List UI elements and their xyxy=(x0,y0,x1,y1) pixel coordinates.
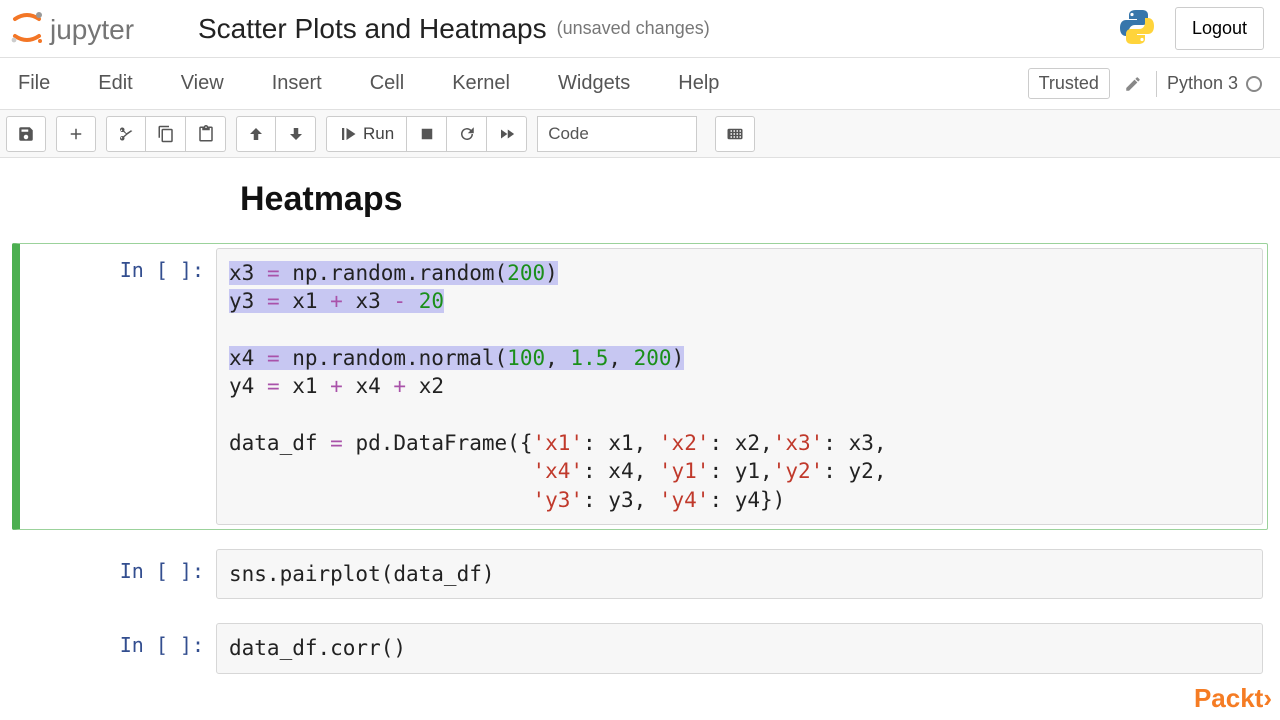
jupyter-logo[interactable]: jupyter xyxy=(8,9,178,49)
kernel-indicator-icon[interactable] xyxy=(1246,76,1262,92)
notebook-title[interactable]: Scatter Plots and Heatmaps xyxy=(198,13,547,45)
pencil-icon[interactable] xyxy=(1124,75,1142,93)
menu-insert[interactable]: Insert xyxy=(272,72,322,95)
input-prompt: In [ ]: xyxy=(20,623,216,673)
save-icon xyxy=(17,125,35,143)
cell-type-value: Code xyxy=(548,124,589,144)
markdown-heading[interactable]: Heatmaps xyxy=(240,180,1268,219)
move-up-button[interactable] xyxy=(236,116,276,152)
header: jupyter Scatter Plots and Heatmaps (unsa… xyxy=(0,0,1280,58)
paste-icon xyxy=(197,125,215,143)
code-cell-3[interactable]: In [ ]: data_df.corr() xyxy=(12,618,1268,678)
divider xyxy=(1156,71,1157,97)
menu-view[interactable]: View xyxy=(181,72,224,95)
python-logo-icon xyxy=(1117,7,1157,50)
save-status: (unsaved changes) xyxy=(557,18,710,39)
trusted-badge[interactable]: Trusted xyxy=(1028,68,1110,99)
plus-icon xyxy=(67,125,85,143)
code-cell-1[interactable]: In [ ]: x3 = np.random.random(200) y3 = … xyxy=(12,243,1268,530)
keyboard-icon xyxy=(726,125,744,143)
scissors-icon xyxy=(117,125,135,143)
code-cell-2[interactable]: In [ ]: sns.pairplot(data_df) xyxy=(12,544,1268,604)
run-icon xyxy=(339,125,357,143)
code-input[interactable]: sns.pairplot(data_df) xyxy=(216,549,1263,599)
cell-type-select[interactable]: Code xyxy=(537,116,697,152)
menu-help[interactable]: Help xyxy=(678,72,719,95)
arrow-up-icon xyxy=(247,125,265,143)
arrow-down-icon xyxy=(287,125,305,143)
notebook-container: Heatmaps In [ ]: x3 = np.random.random(2… xyxy=(0,158,1280,679)
svg-text:jupyter: jupyter xyxy=(49,14,134,45)
run-label: Run xyxy=(363,124,394,144)
logout-button[interactable]: Logout xyxy=(1175,7,1264,50)
menu-file[interactable]: File xyxy=(18,72,50,95)
fast-forward-icon xyxy=(498,125,516,143)
watermark: Packt› xyxy=(1194,683,1272,714)
code-input[interactable]: x3 = np.random.random(200) y3 = x1 + x3 … xyxy=(216,248,1263,525)
add-cell-button[interactable] xyxy=(56,116,96,152)
restart-run-all-button[interactable] xyxy=(487,116,527,152)
copy-icon xyxy=(157,125,175,143)
stop-button[interactable] xyxy=(407,116,447,152)
kernel-name[interactable]: Python 3 xyxy=(1167,73,1238,94)
input-prompt: In [ ]: xyxy=(20,248,216,525)
move-down-button[interactable] xyxy=(276,116,316,152)
paste-button[interactable] xyxy=(186,116,226,152)
menu-kernel[interactable]: Kernel xyxy=(452,72,510,95)
toolbar: Run Code xyxy=(0,110,1280,158)
menu-cell[interactable]: Cell xyxy=(370,72,404,95)
menubar: File Edit View Insert Cell Kernel Widget… xyxy=(0,58,1280,110)
stop-icon xyxy=(418,125,436,143)
copy-button[interactable] xyxy=(146,116,186,152)
input-prompt: In [ ]: xyxy=(20,549,216,599)
run-button[interactable]: Run xyxy=(326,116,407,152)
save-button[interactable] xyxy=(6,116,46,152)
menu-edit[interactable]: Edit xyxy=(98,72,132,95)
code-input[interactable]: data_df.corr() xyxy=(216,623,1263,673)
menu-widgets[interactable]: Widgets xyxy=(558,72,630,95)
restart-button[interactable] xyxy=(447,116,487,152)
restart-icon xyxy=(458,125,476,143)
command-palette-button[interactable] xyxy=(715,116,755,152)
cut-button[interactable] xyxy=(106,116,146,152)
